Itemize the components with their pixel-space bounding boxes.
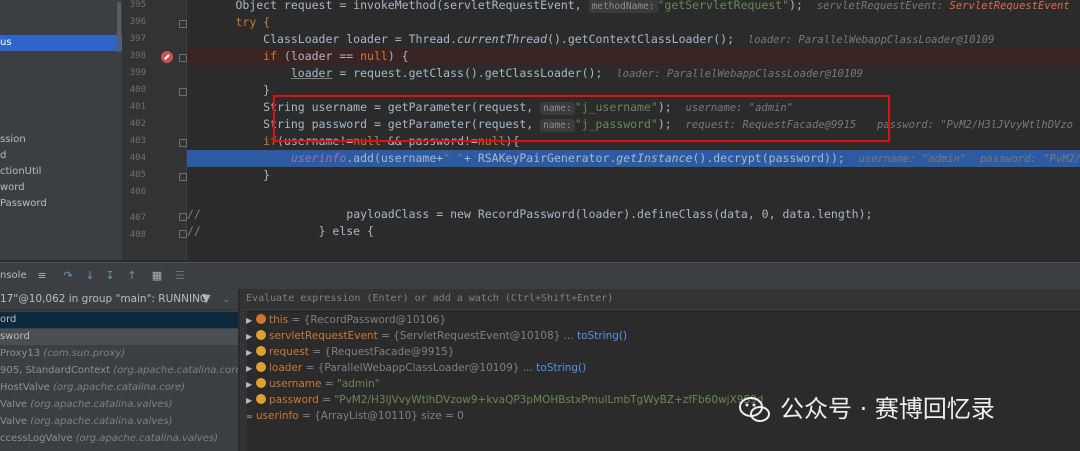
- step-out-icon[interactable]: ↑: [126, 270, 138, 282]
- variable-row[interactable]: ▶ password = "PvM2/H3lJVvyWtlhDVzow9+kvaQ…: [246, 392, 763, 408]
- project-item[interactable]: ssion: [0, 132, 26, 148]
- variable-row[interactable]: ▶ loader = {ParallelWebappClassLoader@101…: [246, 360, 586, 376]
- project-item-label: d: [0, 150, 7, 161]
- force-step-into-icon[interactable]: ↧: [104, 270, 116, 282]
- thread-label: 17"@10,062 in group "main": RUNNING: [0, 293, 209, 305]
- fold-marker-icon[interactable]: [179, 54, 187, 62]
- line-number: 400: [129, 85, 146, 95]
- evaluate-icon[interactable]: ▦: [151, 270, 163, 282]
- step-into-icon[interactable]: ↓: [84, 270, 96, 282]
- project-item[interactable]: word: [0, 180, 25, 196]
- fold-marker-icon[interactable]: [179, 139, 187, 147]
- line-number: 402: [129, 119, 146, 129]
- stack-frame[interactable]: ord: [0, 312, 238, 328]
- stack-frame[interactable]: Valve (org.apache.catalina.valves): [0, 397, 238, 413]
- stack-frame[interactable]: Valve (org.apache.catalina.valves): [0, 414, 238, 430]
- variable-row[interactable]: ▶ request = {RequestFacade@9915}: [246, 344, 454, 360]
- evaluate-expression-input[interactable]: Evaluate expression (Enter) or add a wat…: [240, 289, 1080, 310]
- code-line-407: // payloadClass = new RecordPassword(loa…: [187, 207, 873, 221]
- frames-panel: 17"@10,062 in group "main": RUNNING ▼ ⌄ …: [0, 289, 239, 451]
- project-item-label: us: [0, 37, 12, 48]
- fold-marker-icon[interactable]: [179, 230, 187, 238]
- project-item-selected[interactable]: us: [0, 35, 122, 51]
- project-item-label: Password: [0, 198, 47, 209]
- trace-icon[interactable]: ☰: [174, 270, 186, 282]
- line-number: 408: [129, 230, 146, 240]
- stack-frame[interactable]: HostValve (org.apache.catalina.core): [0, 380, 238, 396]
- step-over-icon[interactable]: ↷: [62, 270, 74, 282]
- debug-toolbar: nsole ≡ ↷ ↓ ↧ ↑ ▦ ☰: [0, 262, 1080, 290]
- line-number: 399: [129, 68, 146, 78]
- watermark: 公众号 · 赛博回忆录: [738, 392, 995, 426]
- variable-row[interactable]: ∞ userinfo = {ArrayList@10110} size = 0: [246, 408, 464, 424]
- line-number: 405: [129, 170, 146, 180]
- variable-row[interactable]: ▶ servletRequestEvent = {ServletRequestEv…: [246, 328, 627, 344]
- console-tab[interactable]: nsole: [0, 270, 27, 281]
- project-panel: us ssion d ctionUtil word Password: [0, 0, 122, 260]
- line-number: 395: [129, 0, 146, 10]
- thread-selector[interactable]: 17"@10,062 in group "main": RUNNING ▼ ⌄: [0, 289, 238, 310]
- fold-marker-icon[interactable]: [179, 173, 187, 181]
- project-item-label: ssion: [0, 134, 26, 145]
- project-item-label: ctionUtil: [0, 166, 42, 177]
- fold-marker-icon[interactable]: [179, 213, 187, 221]
- variable-row[interactable]: ▶ username = "admin": [246, 376, 380, 392]
- stack-frame[interactable]: ccessLogValve (org.apache.catalina.valve…: [0, 431, 238, 447]
- wechat-logo-icon: [739, 397, 770, 422]
- line-number: 398: [129, 51, 146, 61]
- code-line-395: Object request = invokeMethod(servletReq…: [235, 0, 1070, 13]
- editor-gutter[interactable]: 395 396 397 398 399 400 401 402 403 404 …: [122, 0, 187, 260]
- line-number: 406: [129, 187, 146, 197]
- line-number: 404: [129, 153, 146, 163]
- stack-frame[interactable]: 905, StandardContext (org.apache.catalin…: [0, 363, 238, 379]
- annotation-highlight-box: [273, 95, 890, 142]
- project-scrollbar[interactable]: [117, 2, 121, 52]
- project-item-label: word: [0, 182, 25, 193]
- project-item[interactable]: d: [0, 148, 6, 164]
- code-line-397: ClassLoader loader = Thread.currentThrea…: [263, 32, 995, 46]
- breakpoint-icon[interactable]: [161, 51, 173, 63]
- stack-frame[interactable]: sword: [0, 329, 238, 345]
- line-number: 401: [129, 102, 146, 112]
- chevron-down-icon[interactable]: ⌄: [222, 289, 231, 309]
- menu-lines-icon[interactable]: ≡: [36, 270, 48, 282]
- line-number: 403: [129, 136, 146, 146]
- code-line-404-execution-point: userinfo.add(username+" "+ RSAKeyPairGen…: [187, 150, 1080, 167]
- line-number: 407: [129, 213, 146, 223]
- stack-frame[interactable]: Proxy13 (com.sun.proxy): [0, 346, 238, 362]
- code-line-398: if (loader == null) {: [187, 48, 1080, 65]
- fold-marker-icon[interactable]: [179, 88, 187, 96]
- line-number: 397: [129, 34, 146, 44]
- variable-row[interactable]: ▶ this = {RecordPassword@10106}: [246, 312, 446, 328]
- code-line-408: // } else {: [187, 224, 374, 238]
- line-number: 396: [129, 17, 146, 27]
- project-item[interactable]: Password: [0, 196, 47, 212]
- variables-panel: Evaluate expression (Enter) or add a wat…: [240, 289, 1080, 451]
- code-line-396: try {: [235, 15, 271, 29]
- project-item[interactable]: ctionUtil: [0, 164, 41, 180]
- code-line-405: }: [263, 168, 271, 182]
- watermark-text: 公众号 · 赛博回忆录: [780, 395, 995, 423]
- filter-icon[interactable]: ▼: [202, 289, 210, 309]
- code-line-399: loader = request.getClass().getClassLoad…: [290, 66, 863, 80]
- fold-marker-icon[interactable]: [179, 20, 187, 28]
